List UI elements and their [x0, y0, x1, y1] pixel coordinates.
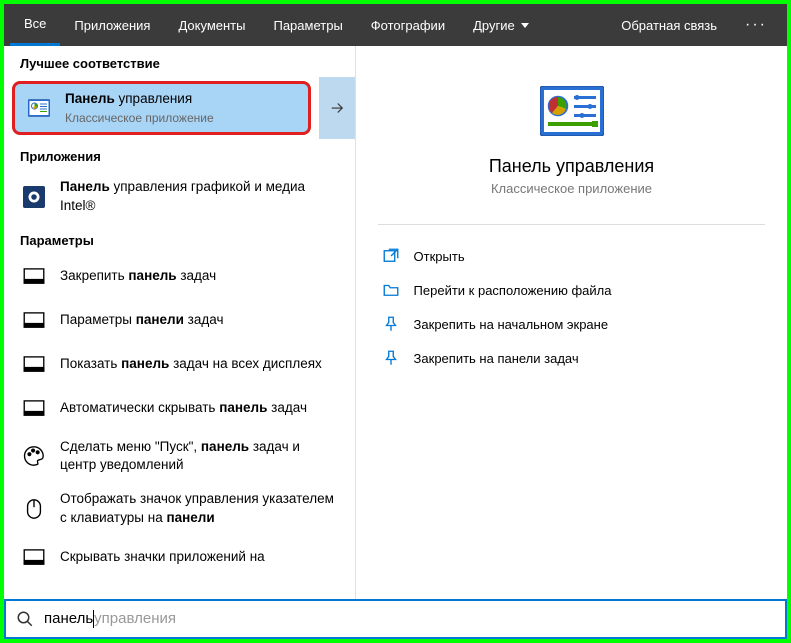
search-suggestion: управления [94, 610, 176, 628]
tab-docs[interactable]: Документы [164, 4, 259, 46]
intel-icon [20, 183, 48, 211]
action-open[interactable]: Открыть [378, 239, 766, 273]
search-box[interactable]: панельуправления [4, 599, 787, 639]
result-pointer-icon[interactable]: Отображать значок управления указателем … [4, 482, 355, 534]
taskbar-icon [20, 543, 48, 571]
control-panel-icon [25, 94, 53, 122]
action-pin-taskbar[interactable]: Закрепить на панели задач [378, 341, 766, 375]
tab-photos[interactable]: Фотографии [357, 4, 459, 46]
taskbar-icon [20, 350, 48, 378]
results-panel: Лучшее соответствие Панель управления Кл… [4, 46, 356, 599]
taskbar-icon [20, 262, 48, 290]
expand-arrow[interactable] [319, 77, 355, 139]
result-start-menu[interactable]: Сделать меню "Пуск", панель задач и цент… [4, 430, 355, 482]
pin-icon [382, 315, 400, 333]
action-pin-start[interactable]: Закрепить на начальном экране [378, 307, 766, 341]
search-typed: панель [44, 610, 93, 628]
folder-icon [382, 281, 400, 299]
tab-other[interactable]: Другие [459, 4, 543, 46]
section-apps: Приложения [4, 139, 355, 170]
result-show-all-displays[interactable]: Показать панель задач на всех дисплеях [4, 342, 355, 386]
detail-title: Панель управления [489, 156, 654, 177]
result-control-panel[interactable]: Панель управления Классическое приложени… [12, 81, 311, 135]
pin-taskbar-icon [382, 349, 400, 367]
result-title-bold: Панель [65, 91, 115, 106]
more-menu[interactable]: ··· [731, 16, 781, 34]
tab-all[interactable]: Все [10, 4, 60, 46]
palette-icon [20, 442, 48, 470]
open-icon [382, 247, 400, 265]
result-title-rest: управления [115, 91, 192, 106]
tab-settings[interactable]: Параметры [259, 4, 356, 46]
section-params: Параметры [4, 223, 355, 254]
feedback-link[interactable]: Обратная связь [607, 18, 731, 33]
result-intel-graphics[interactable]: Панель управления графикой и медиа Intel… [4, 170, 355, 222]
search-icon [16, 610, 34, 628]
result-pin-taskbar[interactable]: Закрепить панель задач [4, 254, 355, 298]
divider [378, 224, 766, 225]
action-file-location[interactable]: Перейти к расположению файла [378, 273, 766, 307]
result-subtitle: Классическое приложение [65, 110, 298, 126]
control-panel-large-icon [540, 86, 604, 136]
taskbar-icon [20, 306, 48, 334]
detail-panel: Панель управления Классическое приложени… [356, 46, 787, 599]
tab-apps[interactable]: Приложения [60, 4, 164, 46]
detail-subtitle: Классическое приложение [491, 181, 652, 196]
result-auto-hide[interactable]: Автоматически скрывать панель задач [4, 386, 355, 430]
section-best-match: Лучшее соответствие [4, 46, 355, 77]
result-taskbar-settings[interactable]: Параметры панели задач [4, 298, 355, 342]
mouse-icon [20, 495, 48, 523]
filter-tabs: Все Приложения Документы Параметры Фотог… [4, 4, 787, 46]
result-hide-icons[interactable]: Скрывать значки приложений на [4, 535, 355, 579]
taskbar-icon [20, 394, 48, 422]
